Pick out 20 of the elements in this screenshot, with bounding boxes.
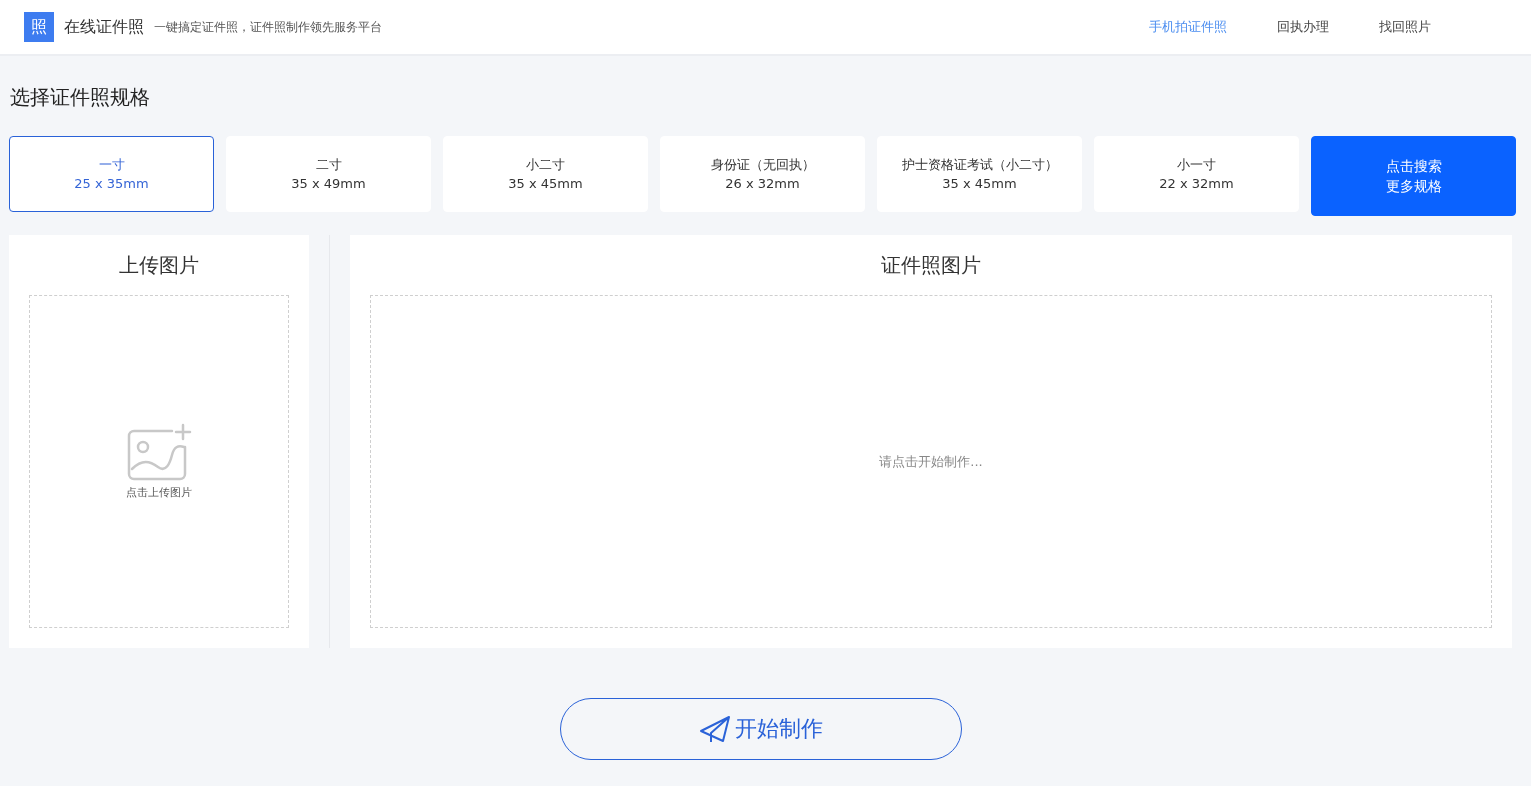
upload-hint: 点击上传图片 [126, 485, 192, 500]
nav-link[interactable]: 回执办理 [1277, 18, 1329, 36]
nav-link[interactable]: 找回照片 [1379, 18, 1431, 36]
upload-area[interactable]: 点击上传图片 [29, 295, 289, 628]
spec-option[interactable]: 二寸 35 x 49mm [226, 136, 431, 212]
logo-icon[interactable]: 照 [24, 12, 54, 42]
site-name: 在线证件照 [64, 16, 144, 38]
paper-plane-icon [698, 715, 731, 743]
spec-option[interactable]: 小二寸 35 x 45mm [443, 136, 648, 212]
preview-area: 请点击开始制作... [370, 295, 1492, 628]
more-specs-button[interactable]: 点击搜索 更多规格 [1311, 136, 1516, 216]
spec-option[interactable]: 小一寸 22 x 32mm [1094, 136, 1299, 212]
add-image-icon [126, 423, 192, 481]
panel-title: 证件照图片 [881, 251, 981, 279]
panel-title: 上传图片 [119, 251, 199, 279]
spec-option[interactable]: 护士资格证考试（小二寸） 35 x 45mm [877, 136, 1082, 212]
slogan-text: 一键搞定证件照，证件照制作领先服务平台 [154, 18, 382, 36]
section-title: 选择证件照规格 [9, 84, 151, 111]
spec-option[interactable]: 身份证（无回执） 26 x 32mm [660, 136, 865, 212]
spec-option[interactable]: 一寸 25 x 35mm [9, 136, 214, 212]
